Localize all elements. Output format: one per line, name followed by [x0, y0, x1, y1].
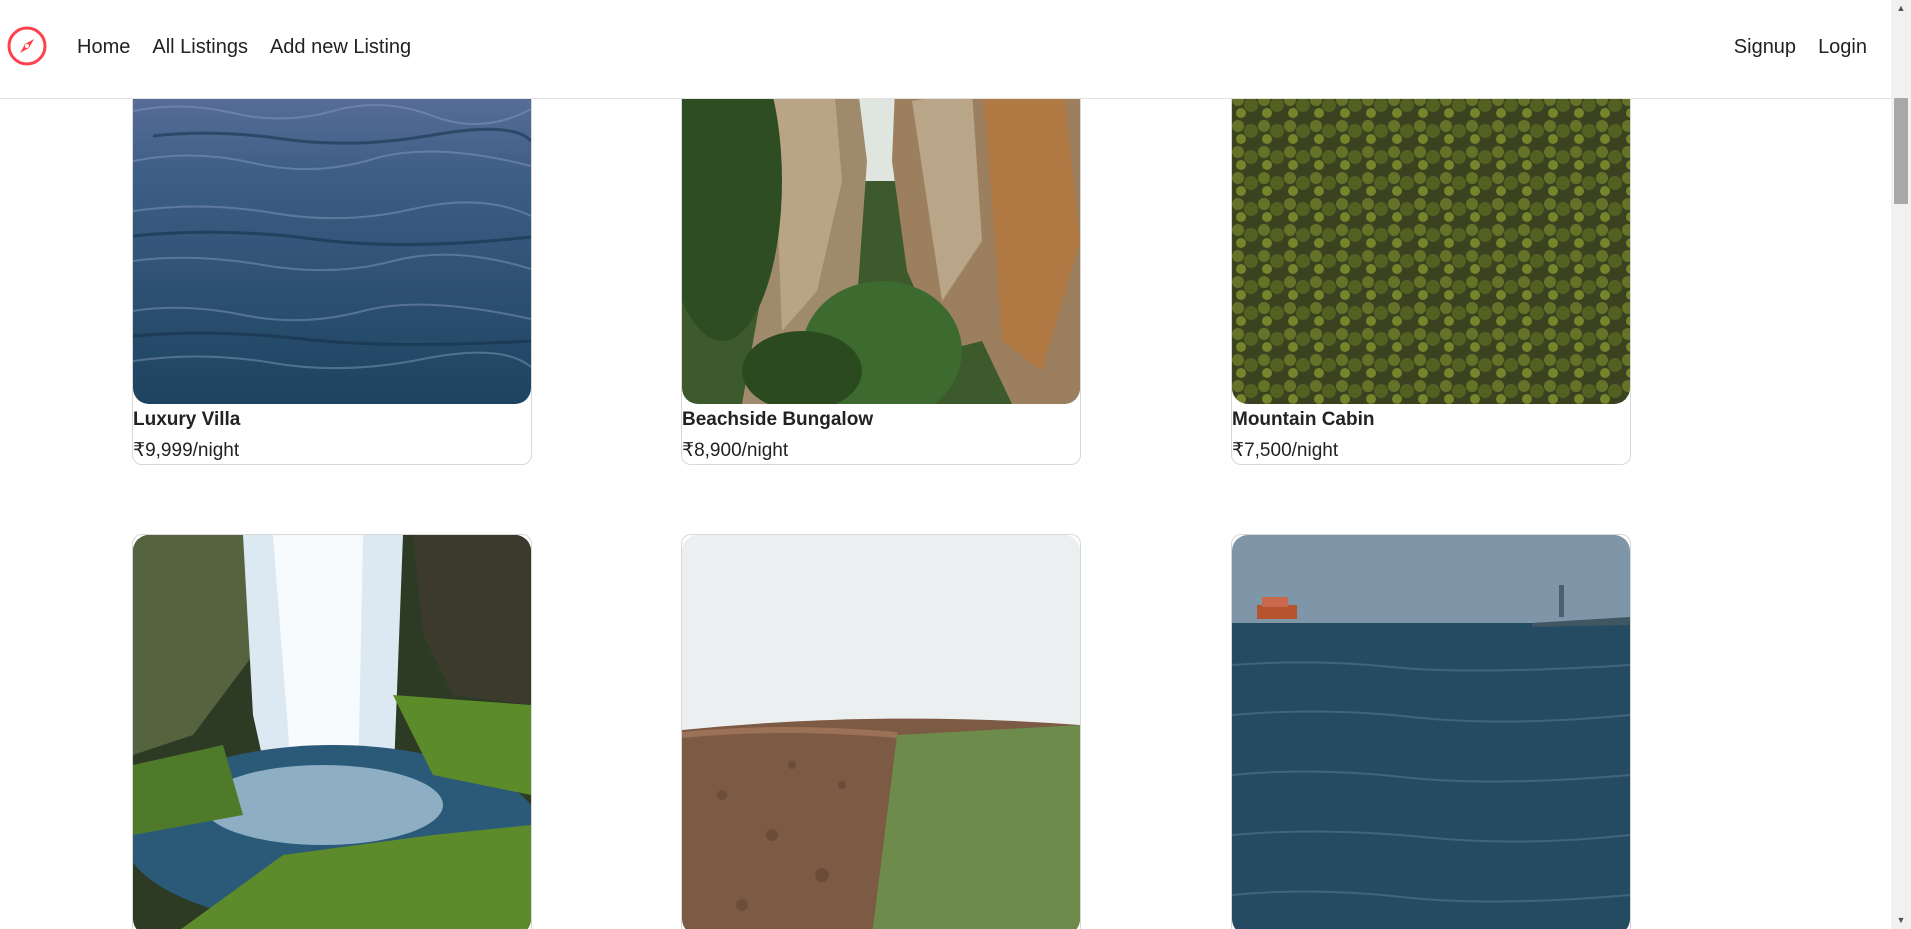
nav-links: Home All Listings Add new Listing — [77, 36, 411, 59]
scroll-down-arrow-icon[interactable]: ▼ — [1891, 912, 1911, 929]
listing-image-waterfall[interactable] — [133, 535, 531, 929]
listing-card[interactable] — [1231, 534, 1631, 929]
listing-image-field[interactable] — [682, 535, 1080, 929]
navbar: Home All Listings Add new Listing Signup… — [0, 0, 1891, 99]
login-link[interactable]: Login — [1818, 36, 1867, 59]
listing-image-sea[interactable] — [1232, 535, 1630, 929]
listing-card[interactable]: Beachside Bungalow ₹8,900/night — [681, 40, 1081, 465]
listing-card[interactable]: Mountain Cabin ₹7,500/night — [1231, 40, 1631, 465]
scrollbar[interactable]: ▲ ▼ — [1891, 0, 1911, 929]
scrollbar-thumb[interactable] — [1894, 98, 1908, 204]
auth-links: Signup Login — [1734, 36, 1867, 59]
listing-price: ₹8,900/night — [682, 440, 789, 461]
nav-all-listings-link[interactable]: All Listings — [152, 36, 248, 59]
listing-card[interactable] — [132, 534, 532, 929]
listings-grid: Luxury Villa ₹9,999/night Beachside Bung… — [0, 0, 1891, 929]
listing-title[interactable]: Mountain Cabin — [1232, 409, 1374, 431]
listing-card[interactable] — [681, 534, 1081, 929]
scroll-up-arrow-icon[interactable]: ▲ — [1891, 0, 1911, 17]
listing-price: ₹9,999/night — [133, 440, 240, 461]
signup-link[interactable]: Signup — [1734, 36, 1796, 59]
listing-title[interactable]: Beachside Bungalow — [682, 409, 873, 431]
nav-add-listing-link[interactable]: Add new Listing — [270, 36, 411, 59]
listing-price: ₹7,500/night — [1232, 440, 1339, 461]
listing-title[interactable]: Luxury Villa — [133, 409, 240, 431]
listing-card[interactable]: Luxury Villa ₹9,999/night — [132, 40, 532, 465]
compass-icon[interactable] — [6, 25, 48, 67]
nav-home-link[interactable]: Home — [77, 36, 130, 59]
